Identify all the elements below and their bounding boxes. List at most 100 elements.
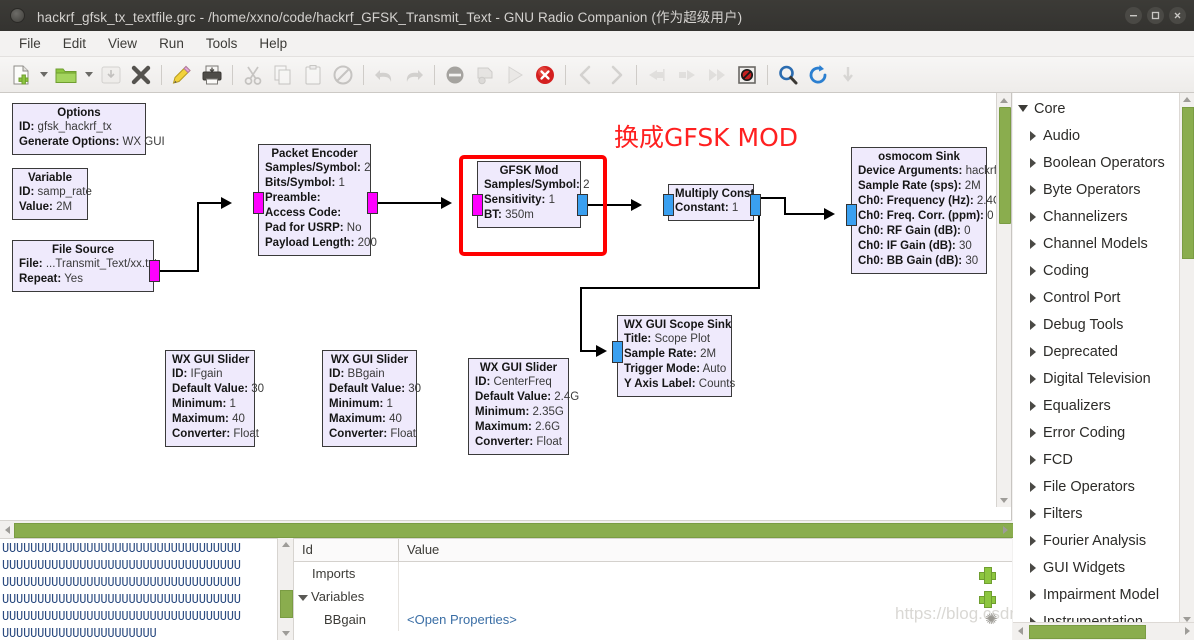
block-multiply-const[interactable]: Multiply Const Constant: 1 — [663, 184, 761, 221]
block-file-source[interactable]: File Source File: ...Transmit_Text/xx.tx… — [12, 240, 160, 292]
sidebar-item-channel-models[interactable]: Channel Models — [1013, 230, 1180, 257]
find-icon[interactable] — [773, 60, 803, 90]
menu-edit[interactable]: Edit — [52, 33, 97, 54]
sidebar-scroll-right-button[interactable] — [1180, 623, 1194, 639]
block-library-sidebar[interactable]: Core Audio Boolean Operators Byte Operat… — [1013, 93, 1194, 640]
console-scroll-up-button[interactable] — [278, 538, 293, 551]
chevron-right-icon[interactable] — [1030, 589, 1036, 600]
sidebar-vscroll-thumb[interactable] — [1182, 107, 1194, 259]
port-out-gfsk-mod[interactable] — [577, 194, 588, 216]
chevron-right-icon[interactable] — [1030, 346, 1036, 357]
chevron-right-icon[interactable] — [1030, 292, 1036, 303]
console-vertical-scrollbar[interactable] — [277, 538, 293, 640]
toggle-source-bus-icon[interactable] — [732, 60, 762, 90]
block-slider-ifgain[interactable]: WX GUI Slider ID: IFgain Default Value: … — [165, 350, 264, 447]
block-scope-sink[interactable]: WX GUI Scope Sink Title: Scope Plot Samp… — [612, 315, 735, 397]
chevron-right-icon[interactable] — [1030, 562, 1036, 573]
flowgraph-area[interactable]: 换成GFSK MOD Options ID: gfsk_hackrf_tx Ge… — [0, 93, 1002, 520]
sidebar-item-boolean-operators[interactable]: Boolean Operators — [1013, 149, 1180, 176]
sidebar-hscroll-thumb[interactable] — [1029, 625, 1146, 639]
canvas-horizontal-scrollbar[interactable] — [0, 520, 1186, 540]
scroll-right-button[interactable] — [998, 521, 1012, 538]
chevron-right-icon[interactable] — [1030, 508, 1036, 519]
chevron-right-icon[interactable] — [1030, 157, 1036, 168]
close-button[interactable] — [1169, 7, 1186, 24]
port-out-multiply-const[interactable] — [750, 194, 761, 216]
sidebar-item-core[interactable]: Core — [1013, 95, 1180, 122]
reload-icon[interactable] — [803, 60, 833, 90]
properties-panel[interactable]: Id Value Imports Variables BBgain <Open … — [293, 538, 1012, 640]
sidebar-horizontal-scrollbar[interactable] — [1013, 622, 1194, 640]
chevron-right-icon[interactable] — [1030, 427, 1036, 438]
sidebar-item-equalizers[interactable]: Equalizers — [1013, 392, 1180, 419]
chevron-right-icon[interactable] — [1030, 373, 1036, 384]
block-gfsk-mod[interactable]: GFSK Mod Samples/Symbol: 2 Sensitivity: … — [472, 161, 589, 228]
table-row[interactable]: Variables — [294, 585, 1012, 608]
sidebar-item-filters[interactable]: Filters — [1013, 500, 1180, 527]
chevron-right-icon[interactable] — [1030, 400, 1036, 411]
chevron-right-icon[interactable] — [1030, 184, 1036, 195]
row-value-cell[interactable]: <Open Properties> — [399, 612, 1012, 627]
sidebar-item-debug-tools[interactable]: Debug Tools — [1013, 311, 1180, 338]
block-packet-encoder[interactable]: Packet Encoder Samples/Symbol: 2 Bits/Sy… — [253, 144, 378, 256]
kill-icon[interactable] — [530, 60, 560, 90]
chevron-right-icon[interactable] — [1030, 211, 1036, 222]
console-vscroll-thumb[interactable] — [280, 590, 293, 618]
chevron-right-icon[interactable] — [1030, 535, 1036, 546]
block-variable[interactable]: Variable ID: samp_rate Value: 2M — [12, 168, 92, 220]
sidebar-item-coding[interactable]: Coding — [1013, 257, 1180, 284]
port-in-gfsk-mod[interactable] — [472, 194, 483, 216]
sidebar-item-fcd[interactable]: FCD — [1013, 446, 1180, 473]
block-slider-bbgain[interactable]: WX GUI Slider ID: BBgain Default Value: … — [322, 350, 421, 447]
sidebar-item-channelizers[interactable]: Channelizers — [1013, 203, 1180, 230]
sidebar-item-impairment-model[interactable]: Impairment Model — [1013, 581, 1180, 608]
console-output[interactable]: UUUUUUUUUUUUUUUUUUUUUUUUUUUUUUUUUU UUUUU… — [0, 538, 292, 640]
sidebar-item-deprecated[interactable]: Deprecated — [1013, 338, 1180, 365]
menu-tools[interactable]: Tools — [195, 33, 249, 54]
maximize-button[interactable] — [1147, 7, 1164, 24]
edit-icon[interactable] — [167, 60, 197, 90]
table-row[interactable]: BBgain <Open Properties> — [294, 608, 1012, 631]
scroll-left-button[interactable] — [0, 521, 14, 538]
canvas-vertical-scrollbar[interactable] — [996, 93, 1011, 507]
port-in-multiply-const[interactable] — [663, 194, 674, 216]
port-out-packet-encoder[interactable] — [367, 192, 378, 214]
menu-view[interactable]: View — [97, 33, 148, 54]
column-header-value[interactable]: Value — [399, 539, 1012, 561]
table-row[interactable]: Imports — [294, 562, 1012, 585]
block-options[interactable]: Options ID: gfsk_hackrf_tx Generate Opti… — [12, 103, 165, 155]
scroll-down-button[interactable] — [997, 493, 1011, 507]
sidebar-item-fourier-analysis[interactable]: Fourier Analysis — [1013, 527, 1180, 554]
disable-icon[interactable] — [440, 60, 470, 90]
column-header-id[interactable]: Id — [294, 539, 399, 561]
flowgraph-canvas[interactable]: 换成GFSK MOD Options ID: gfsk_hackrf_tx Ge… — [0, 93, 1012, 520]
menu-run[interactable]: Run — [148, 33, 195, 54]
block-tree[interactable]: Core Audio Boolean Operators Byte Operat… — [1013, 93, 1180, 640]
sidebar-item-file-operators[interactable]: File Operators — [1013, 473, 1180, 500]
port-out-file-source[interactable] — [149, 260, 160, 282]
console-scroll-down-button[interactable] — [278, 627, 293, 640]
expand-twisty-icon[interactable] — [298, 595, 308, 601]
chevron-right-icon[interactable] — [1030, 481, 1036, 492]
new-dropdown-icon[interactable] — [36, 60, 51, 90]
sidebar-item-audio[interactable]: Audio — [1013, 122, 1180, 149]
new-flowgraph-icon[interactable] — [6, 60, 36, 90]
sidebar-item-control-port[interactable]: Control Port — [1013, 284, 1180, 311]
sidebar-item-digital-television[interactable]: Digital Television — [1013, 365, 1180, 392]
minimize-button[interactable] — [1125, 7, 1142, 24]
canvas-vscroll-thumb[interactable] — [999, 107, 1011, 224]
block-osmocom-sink[interactable]: osmocom Sink Device Arguments: hackrf Sa… — [846, 147, 1002, 274]
chevron-right-icon[interactable] — [1030, 130, 1036, 141]
open-flowgraph-icon[interactable] — [51, 60, 81, 90]
chevron-right-icon[interactable] — [1030, 454, 1036, 465]
print-icon[interactable] — [197, 60, 227, 90]
close-flowgraph-icon[interactable] — [126, 60, 156, 90]
sidebar-vertical-scrollbar[interactable] — [1179, 93, 1194, 626]
chevron-right-icon[interactable] — [1030, 319, 1036, 330]
sidebar-scroll-up-button[interactable] — [1180, 93, 1194, 106]
scroll-up-button[interactable] — [997, 93, 1011, 107]
block-slider-centerfreq[interactable]: WX GUI Slider ID: CenterFreq Default Val… — [468, 358, 579, 455]
port-in-osmocom-sink[interactable] — [846, 204, 857, 226]
sidebar-item-gui-widgets[interactable]: GUI Widgets — [1013, 554, 1180, 581]
add-property-button-secondary[interactable] — [979, 591, 996, 608]
